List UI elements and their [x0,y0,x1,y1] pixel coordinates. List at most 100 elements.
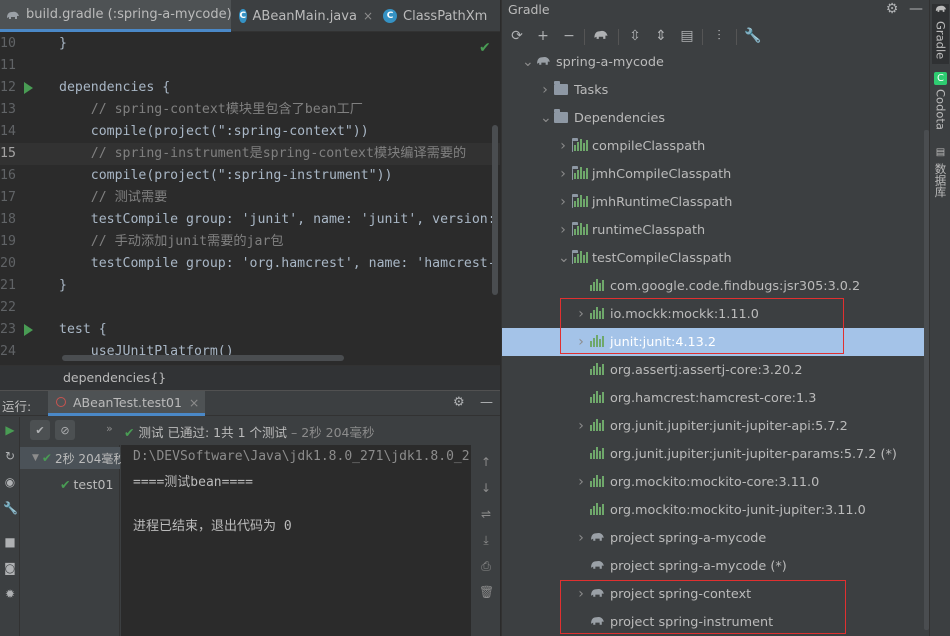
gradle-tree-item[interactable]: org.assertj:assertj-core:3.20.2 [502,356,930,384]
scroll-down-icon[interactable]: ↓ [479,481,493,495]
chevron-down-icon[interactable]: ⌄ [558,250,570,266]
more-chevron-icon[interactable]: » [106,422,113,435]
code-area[interactable]: 10} 11 12 dependencies { 13 // spring-con… [0,33,500,363]
gradle-tree-item[interactable]: ⌄ testCompileClasspath [502,244,930,272]
stripe-tab-gradle[interactable]: Gradle [932,4,949,64]
editor-horizontal-scrollbar[interactable] [62,355,344,361]
chevron-right-icon[interactable]: › [558,166,568,182]
stripe-tab-codota[interactable]: C Codota [932,72,949,138]
scroll-to-end-icon[interactable]: ⤓ [479,533,493,547]
clear-trash-icon[interactable]: 🗑 [479,585,494,599]
gradle-tree-item[interactable]: › org.junit.jupiter:junit-jupiter-api:5.7… [502,412,930,440]
run-tab-label: ABeanTest.test01 [73,394,182,410]
dependency-config-icon [572,222,588,237]
build-wrench-icon[interactable]: 🔧 [3,501,18,515]
rerun-icon[interactable]: ▶ [3,423,17,437]
folder-icon [554,109,570,125]
show-ignored-icon[interactable]: ⊘ [55,420,75,440]
gradle-tree-item[interactable]: › jmhRuntimeClasspath [502,188,930,216]
test-tree-item[interactable]: ✔ test01 [60,477,113,492]
gradle-tree-item[interactable]: › Tasks [502,76,930,104]
status-count: 1共 1 个测试 [213,425,288,440]
gradle-tree-item[interactable]: org.hamcrest:hamcrest-core:1.3 [502,384,930,412]
print-icon[interactable]: ⎙ [479,559,493,573]
toggle-auto-test-icon[interactable]: ◉ [3,475,17,489]
chevron-right-icon[interactable]: › [576,474,586,490]
chevron-down-icon[interactable]: ⌄ [540,110,552,126]
run-gutter-icon[interactable] [24,82,33,94]
code-line: 20 testCompile group: 'org.hamcrest', na… [0,253,500,275]
chevron-down-icon[interactable]: ▼ [32,453,39,463]
close-tab-icon[interactable]: × [363,9,373,23]
code-comment: // spring-context模块里包含了bean工厂 [59,102,363,117]
minimize-icon[interactable]: — [480,395,493,410]
run-config-tab[interactable]: ABeanTest.test01 × [48,391,206,416]
refresh-icon[interactable]: ⟳ [508,27,526,45]
test-status: ✔ 测试 已通过: 1共 1 个测试 – 2秒 204毫秒 [124,422,375,441]
rerun-failed-icon[interactable]: ↻ [3,449,17,463]
chevron-right-icon[interactable]: › [558,194,568,210]
tab-build-gradle[interactable]: build.gradle (:spring-a-mycode) × [0,0,231,32]
breadcrumb[interactable]: dependencies{} [63,370,166,385]
line-number: 17 [0,190,16,205]
settings-gear-icon[interactable]: ✹ [3,587,17,601]
test-tree-root[interactable]: ▼ ✔ 2秒 204毫秒 [20,447,125,469]
settings-wrench-icon[interactable]: 🔧 [744,27,762,45]
chevron-down-icon[interactable]: ⌄ [522,54,534,70]
gradle-tree-label: org.junit.jupiter:junit-jupiter-api:5.7.… [610,418,848,434]
gradle-tree-item[interactable]: org.junit.jupiter:junit-jupiter-params:5… [502,440,930,468]
gradle-tree-item[interactable]: › org.mockito:mockito-core:3.11.0 [502,468,930,496]
chevron-right-icon[interactable]: › [576,418,586,434]
elephant-icon[interactable] [592,27,610,45]
no-problems-check-icon[interactable]: ✔ [479,40,491,56]
chevron-right-icon[interactable]: › [558,222,568,238]
chevron-right-icon[interactable]: › [576,530,586,546]
gradle-tree-item[interactable]: com.google.code.findbugs:jsr305:3.0.2 [502,272,930,300]
collapse-all-icon[interactable]: ⇕ [652,27,670,45]
code-text: test { [59,322,107,337]
gradle-tree-label: project spring-a-mycode [610,530,767,546]
group-modules-icon[interactable]: ▤ [678,27,696,45]
minimize-icon[interactable]: — [907,0,925,18]
gradle-tree-item[interactable]: ⌄ Dependencies [502,104,930,132]
gradle-tree-item[interactable]: project spring-a-mycode (*) [502,552,930,580]
editor-vertical-scrollbar[interactable] [492,125,498,295]
breadcrumb-bar: dependencies{} [0,365,500,390]
gear-icon[interactable]: ⚙ [883,0,901,18]
gradle-tree-item[interactable]: › jmhCompileClasspath [502,160,930,188]
code-line: 21} [0,275,500,297]
gradle-tree-label: Dependencies [574,110,666,126]
line-number: 23 [0,322,16,337]
show-passed-check-icon[interactable]: ✔ [30,420,50,440]
tab-classpathxml[interactable]: C ClassPathXm [377,0,500,32]
scroll-up-icon[interactable]: ↑ [479,455,493,469]
console-output[interactable]: D:\DEVSoftware\Java\jdk1.8.0_271\jdk1.8.… [121,445,471,636]
gradle-tree-label: jmhRuntimeClasspath [592,194,733,210]
dependency-config-icon [572,138,588,153]
stop-icon[interactable]: ■ [3,535,17,549]
remove-icon[interactable]: − [560,27,578,45]
chevron-right-icon[interactable]: › [540,82,550,98]
chevron-right-icon[interactable]: › [558,138,568,154]
toggle-offline-icon[interactable]: ⫶ [710,27,728,45]
close-run-tab-icon[interactable]: × [189,395,199,410]
gradle-elephant-icon [590,559,606,573]
stripe-tab-database[interactable]: ▤ 数据库 [932,146,949,206]
gradle-tree-item[interactable]: › compileClasspath [502,132,930,160]
gradle-tree-item[interactable]: ⌄ spring-a-mycode [502,48,930,76]
gradle-tree-item[interactable]: › runtimeClasspath [502,216,930,244]
gradle-tree-item[interactable]: › project spring-a-mycode [502,524,930,552]
run-gutter-icon[interactable] [24,324,33,336]
code-line: 12 dependencies { [0,77,500,99]
add-icon[interactable]: + [534,27,552,45]
gradle-tree-item[interactable]: org.mockito:mockito-junit-jupiter:3.11.0 [502,496,930,524]
database-icon: ▤ [935,147,946,158]
tab-abeanmain[interactable]: C ABeanMain.java × [233,0,373,32]
gear-icon[interactable]: ⚙ [453,395,465,410]
soft-wrap-icon[interactable]: ⇌ [479,507,493,521]
pass-check-icon: ✔ [60,477,71,492]
line-number: 10 [0,36,16,51]
camera-icon[interactable]: ◙ [3,561,17,575]
expand-all-icon[interactable]: ⇳ [626,27,644,45]
library-icon [590,503,606,517]
